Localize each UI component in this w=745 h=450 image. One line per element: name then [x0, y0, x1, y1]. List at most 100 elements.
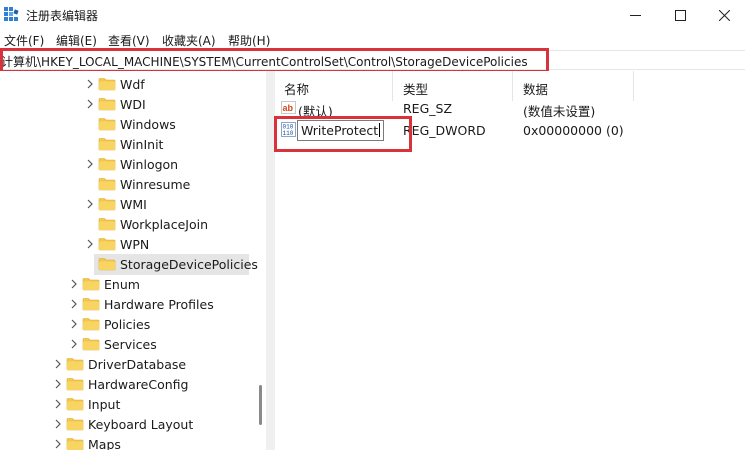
folder-icon: [82, 337, 100, 351]
chevron-right-icon[interactable]: [84, 158, 96, 170]
close-icon: [718, 9, 730, 21]
value-type: REG_DWORD: [403, 123, 486, 138]
chevron-right-icon[interactable]: [52, 438, 64, 450]
tree-item[interactable]: HardwareConfig: [52, 374, 188, 394]
value-data: (数值未设置): [523, 104, 596, 119]
tree-item[interactable]: Hardware Profiles: [68, 294, 214, 314]
folder-icon: [98, 197, 116, 211]
chevron-right-icon[interactable]: [68, 338, 80, 350]
tree-item-label: StorageDevicePolicies: [120, 256, 258, 272]
tree-item-label: Policies: [104, 316, 151, 332]
tree-item-label: Winlogon: [120, 156, 179, 172]
tree-item[interactable]: WorkplaceJoin: [84, 214, 208, 234]
tree-item[interactable]: WinInit: [84, 134, 163, 154]
chevron-right-icon[interactable]: [52, 418, 64, 430]
tree-item[interactable]: DriverDatabase: [52, 354, 186, 374]
tree-item-label: WDI: [120, 96, 146, 112]
chevron-right-icon[interactable]: [84, 238, 96, 250]
tree-item[interactable]: Input: [52, 394, 120, 414]
folder-icon: [66, 397, 84, 411]
folder-icon: [66, 417, 84, 431]
folder-icon: [82, 297, 100, 311]
tree-item-label: Input: [88, 396, 121, 412]
close-button[interactable]: [701, 0, 745, 30]
tree-scrollbar-thumb[interactable]: [259, 385, 262, 425]
tree-item[interactable]: StorageDevicePolicies: [84, 254, 258, 274]
value-data: 0x00000000 (0): [523, 123, 624, 138]
tree-item[interactable]: Winlogon: [84, 154, 178, 174]
folder-icon: [98, 117, 116, 131]
tree-item[interactable]: Policies: [68, 314, 150, 334]
folder-icon: [66, 377, 84, 391]
string-value-icon: ab: [281, 101, 296, 114]
tree-item-label: WinInit: [120, 136, 164, 152]
tree-item[interactable]: WMI: [84, 194, 147, 214]
tree-item-label: Services: [104, 336, 157, 352]
tree-item-label: Keyboard Layout: [88, 416, 194, 432]
title-bar: 注册表编辑器: [0, 0, 745, 30]
column-separator[interactable]: [512, 71, 513, 101]
folder-icon: [82, 277, 100, 291]
tree-item[interactable]: Services: [68, 334, 157, 354]
folder-icon: [98, 77, 116, 91]
tree-item[interactable]: Windows: [84, 114, 176, 134]
chevron-right-icon[interactable]: [68, 318, 80, 330]
column-separator[interactable]: [633, 71, 634, 101]
folder-icon: [66, 357, 84, 371]
tree-item[interactable]: WDI: [84, 94, 146, 114]
tree-item-label: WorkplaceJoin: [120, 216, 209, 232]
tree-item[interactable]: Winresume: [84, 174, 190, 194]
tree-item-label: Hardware Profiles: [104, 296, 214, 312]
maximize-icon: [674, 9, 686, 21]
menu-favorites[interactable]: 收藏夹(A): [162, 32, 216, 49]
menu-view[interactable]: 查看(V): [108, 32, 150, 49]
address-path[interactable]: 计算机\HKEY_LOCAL_MACHINE\SYSTEM\CurrentCon…: [1, 53, 528, 70]
menu-bar: 文件(F) 编辑(E) 查看(V) 收藏夹(A) 帮助(H): [0, 30, 745, 50]
tree-item[interactable]: WPN: [84, 234, 149, 254]
tree-item-label: DriverDatabase: [88, 356, 187, 372]
tree-item[interactable]: Wdf: [84, 74, 145, 94]
chevron-right-icon[interactable]: [52, 378, 64, 390]
column-header-name[interactable]: 名称: [284, 79, 309, 98]
folder-icon: [66, 437, 84, 450]
window-title: 注册表编辑器: [26, 9, 99, 23]
svg-text:110: 110: [283, 130, 294, 137]
folder-icon: [98, 257, 116, 271]
menu-edit[interactable]: 编辑(E): [56, 32, 97, 49]
folder-icon: [98, 237, 116, 251]
pane-splitter[interactable]: [266, 71, 275, 450]
chevron-right-icon[interactable]: [84, 198, 96, 210]
chevron-right-icon[interactable]: [84, 98, 96, 110]
tree-item[interactable]: Maps: [52, 434, 121, 450]
chevron-right-icon[interactable]: [52, 398, 64, 410]
tree-item-label: Maps: [88, 436, 121, 450]
maximize-button[interactable]: [657, 0, 703, 30]
chevron-right-icon[interactable]: [68, 278, 80, 290]
rename-input-text: WriteProtect: [301, 123, 379, 138]
tree-item-label: Winresume: [120, 176, 191, 192]
chevron-right-icon[interactable]: [68, 298, 80, 310]
tree-item[interactable]: Enum: [68, 274, 140, 294]
minimize-button[interactable]: [612, 0, 658, 30]
chevron-right-icon[interactable]: [52, 358, 64, 370]
tree-item-label: WPN: [120, 236, 150, 252]
tree-item-label: WMI: [120, 196, 147, 212]
column-header-data[interactable]: 数据: [523, 79, 548, 98]
chevron-right-icon[interactable]: [84, 78, 96, 90]
menu-file[interactable]: 文件(F): [4, 32, 44, 49]
registry-tree[interactable]: Wdf WDI Windows WinInit Winlogon Winresume WMI…: [0, 71, 266, 450]
column-header-type[interactable]: 类型: [403, 79, 428, 98]
rename-input[interactable]: WriteProtect: [297, 120, 384, 141]
tree-item[interactable]: Keyboard Layout: [52, 414, 193, 434]
minimize-icon: [629, 14, 641, 16]
folder-icon: [82, 317, 100, 331]
menu-help[interactable]: 帮助(H): [228, 32, 270, 49]
tree-item-label: HardwareConfig: [88, 376, 189, 392]
folder-icon: [98, 137, 116, 151]
address-bar[interactable]: 计算机\HKEY_LOCAL_MACHINE\SYSTEM\CurrentCon…: [0, 50, 745, 70]
column-separator[interactable]: [392, 71, 393, 101]
